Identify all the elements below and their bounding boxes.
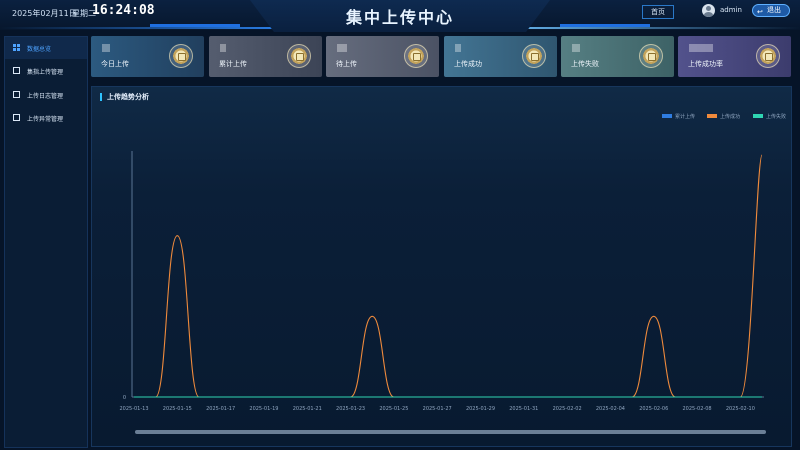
upload-manage-icon: [13, 67, 20, 74]
sidebar-item-label: 集指上传管理: [27, 69, 64, 76]
home-button[interactable]: 首页: [642, 5, 674, 19]
stat-card-label: 待上传: [336, 60, 357, 68]
upload-trend-chart: 0 2025-01-13 2025-01-15 2025-01-17 2025-01-1…: [119, 151, 764, 412]
log-icon: [13, 91, 20, 98]
calendar-icon: [404, 44, 428, 68]
stat-card-label: 上传失败: [571, 60, 599, 68]
stat-value-placeholder: [455, 44, 461, 52]
logout-label: 退出: [767, 6, 781, 14]
stat-value-placeholder: [689, 44, 713, 52]
dashboard-icon: [13, 44, 20, 51]
sidebar: 数据总览 集指上传管理 上传日志管理 上传异常管理: [4, 36, 88, 448]
top-header: 集中上传中心 2025年02月11日 星期二 16:24:08 首页 admin…: [0, 0, 800, 32]
calendar-icon: [522, 44, 546, 68]
stat-card-upload-failed[interactable]: 上传失败: [561, 36, 674, 77]
x-tick-label: 2025-01-17: [206, 406, 235, 412]
stat-card-label: 上传成功: [454, 60, 482, 68]
x-tick-label: 2025-01-29: [466, 406, 495, 412]
x-tick-label: 2025-01-15: [163, 406, 192, 412]
x-tick-label: 2025-02-10: [726, 406, 755, 412]
x-tick-label: 2025-01-19: [249, 406, 278, 412]
logout-button[interactable]: ↩ 退出: [752, 4, 790, 17]
x-tick-label: 2025-02-08: [683, 406, 712, 412]
sidebar-item-upload-exception[interactable]: 上传异常管理: [5, 107, 87, 129]
sidebar-item-label: 上传日志管理: [27, 93, 64, 100]
stat-card-success-rate[interactable]: 上传成功率: [678, 36, 791, 77]
x-tick-label: 2025-02-06: [639, 406, 668, 412]
calendar-icon: [756, 44, 780, 68]
x-tick-label: 2025-01-13: [119, 406, 148, 412]
chart-zoom-scrollbar[interactable]: [135, 430, 766, 434]
stat-card-label: 今日上传: [101, 60, 129, 68]
calendar-icon: [287, 44, 311, 68]
stat-card-today-upload[interactable]: 今日上传: [91, 36, 204, 77]
calendar-icon: [639, 44, 663, 68]
stat-card-upload-success[interactable]: 上传成功: [444, 36, 557, 77]
x-tick-label: 2025-02-02: [553, 406, 582, 412]
calendar-icon: [169, 44, 193, 68]
sidebar-item-upload-manage[interactable]: 集指上传管理: [5, 60, 87, 82]
avatar[interactable]: [702, 4, 715, 17]
x-tick-label: 2025-02-04: [596, 406, 625, 412]
warning-list-icon: [13, 114, 20, 121]
stat-card-label: 累计上传: [219, 60, 247, 68]
current-time: 16:24:08: [92, 3, 155, 18]
username[interactable]: admin: [720, 6, 742, 14]
logout-icon: ↩: [757, 8, 763, 16]
stat-value-placeholder: [572, 44, 580, 52]
sidebar-item-label: 数据总览: [27, 46, 52, 53]
x-tick-label: 2025-01-25: [379, 406, 408, 412]
stat-value-placeholder: [337, 44, 347, 52]
stat-card-pending-upload[interactable]: 待上传: [326, 36, 439, 77]
sidebar-item-upload-log[interactable]: 上传日志管理: [5, 84, 87, 106]
stat-card-label: 上传成功率: [688, 60, 723, 68]
x-tick-label: 2025-01-23: [336, 406, 365, 412]
stat-value-placeholder: [102, 44, 110, 52]
sidebar-item-label: 上传异常管理: [27, 116, 64, 123]
series-line-2: [134, 154, 763, 398]
x-tick-label: 2025-01-31: [509, 406, 538, 412]
upload-trend-panel: 上传趋势分析 累计上传 上传成功 上传失败 0 2025-01-13 2025-01…: [91, 86, 792, 447]
current-date: 2025年02月11日: [12, 9, 77, 18]
x-tick-label: 2025-01-21: [293, 406, 322, 412]
stat-value-placeholder: [220, 44, 226, 52]
sidebar-item-overview[interactable]: 数据总览: [5, 37, 87, 59]
x-tick-label: 2025-01-27: [423, 406, 452, 412]
y-tick-label: 0: [123, 395, 126, 401]
stat-card-total-upload[interactable]: 累计上传: [209, 36, 322, 77]
